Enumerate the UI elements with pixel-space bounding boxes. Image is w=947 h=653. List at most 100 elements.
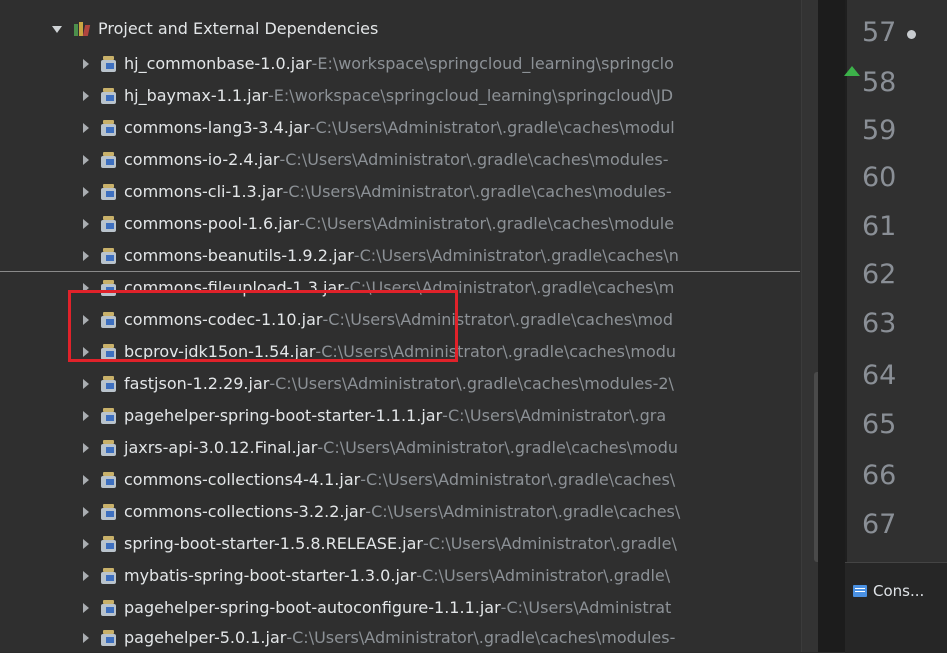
- expanded-arrow-icon[interactable]: [52, 25, 62, 33]
- jar-name: commons-collections-3.2.2.jar: [124, 502, 366, 521]
- jar-path: C:\Users\Administrator\.gradle\caches\mo…: [292, 628, 676, 647]
- tree-row[interactable]: jaxrs-api-3.0.12.Final.jar - C:\Users\Ad…: [83, 432, 818, 464]
- jar-icon: [101, 472, 116, 488]
- collapsed-arrow-icon[interactable]: [83, 219, 89, 229]
- jar-icon: [101, 600, 116, 616]
- jar-path: C:\Users\Administrator\.gradle\caches\mo…: [315, 118, 675, 137]
- tree-row[interactable]: mybatis-spring-boot-starter-1.3.0.jar - …: [83, 560, 818, 592]
- tree-row[interactable]: commons-lang3-3.4.jar - C:\Users\Adminis…: [83, 112, 818, 144]
- jar-icon: [101, 568, 116, 584]
- jar-path: C:\Users\Administrator\.gradle\caches\mo…: [304, 214, 675, 233]
- jar-path: C:\Users\Administrator\.gradle\caches\: [366, 470, 676, 489]
- collapsed-arrow-icon[interactable]: [83, 187, 89, 197]
- collapsed-arrow-icon[interactable]: [83, 571, 89, 581]
- drop-indicator-line: [0, 271, 800, 272]
- tree-row[interactable]: pagehelper-spring-boot-autoconfigure-1.1…: [83, 592, 818, 624]
- collapsed-arrow-icon[interactable]: [83, 633, 89, 643]
- jar-name: hj_commonbase-1.0.jar: [124, 54, 312, 73]
- panel-divider[interactable]: [818, 0, 845, 652]
- line-number: 65: [862, 409, 897, 440]
- tree-row[interactable]: commons-cli-1.3.jar - C:\Users\Administr…: [83, 176, 818, 208]
- collapsed-arrow-icon[interactable]: [83, 91, 89, 101]
- tree-row[interactable]: commons-collections4-4.1.jar - C:\Users\…: [83, 464, 818, 496]
- tree-row[interactable]: fastjson-1.2.29.jar - C:\Users\Administr…: [83, 368, 818, 400]
- jar-icon: [101, 120, 116, 136]
- jar-icon: [101, 376, 116, 392]
- jar-name: commons-cli-1.3.jar: [124, 182, 283, 201]
- jar-name: commons-pool-1.6.jar: [124, 214, 300, 233]
- collapsed-arrow-icon[interactable]: [83, 59, 89, 69]
- jar-icon: [101, 504, 116, 520]
- line-number: 66: [862, 460, 897, 491]
- console-tab-label: Cons...: [873, 582, 925, 600]
- jar-path: C:\Users\Administrator\.gradle\: [422, 566, 671, 585]
- line-number: 60: [862, 162, 897, 193]
- line-number: 67: [862, 509, 897, 540]
- tree-row[interactable]: hj_baymax-1.1.jar - E:\workspace\springc…: [83, 80, 818, 112]
- jar-name: commons-lang3-3.4.jar: [124, 118, 310, 137]
- jar-name: fastjson-1.2.29.jar: [124, 374, 270, 393]
- collapsed-arrow-icon[interactable]: [83, 539, 89, 549]
- tree-row[interactable]: spring-boot-starter-1.5.8.RELEASE.jar - …: [83, 528, 818, 560]
- breakpoint-marker-icon[interactable]: [907, 30, 916, 39]
- jar-icon: [101, 630, 116, 646]
- jar-name: commons-collections4-4.1.jar: [124, 470, 361, 489]
- jar-path: C:\Users\Administrator\.gradle\caches\mo…: [285, 150, 669, 169]
- tree-row[interactable]: pagehelper-5.0.1.jar - C:\Users\Administ…: [83, 622, 818, 652]
- line-number: 59: [862, 115, 897, 146]
- jar-path: C:\Users\Administrator\.gradle\: [428, 534, 677, 553]
- tree-root-row[interactable]: Project and External Dependencies: [52, 13, 818, 45]
- line-number: 63: [862, 308, 897, 339]
- jar-path: C:\Users\Administrator\.gradle\caches\n: [359, 246, 679, 265]
- line-number: 58: [862, 67, 897, 98]
- jar-icon: [101, 536, 116, 552]
- collapsed-arrow-icon[interactable]: [83, 475, 89, 485]
- tree-root-label: Project and External Dependencies: [98, 19, 379, 38]
- jar-name: pagehelper-5.0.1.jar: [124, 628, 287, 647]
- jar-path: C:\Users\Administrator\.gradle\caches\mo…: [275, 374, 674, 393]
- jar-path: C:\Users\Administrat: [506, 598, 672, 617]
- jar-icon: [101, 440, 116, 456]
- fold-expand-icon[interactable]: [844, 66, 860, 76]
- jar-icon: [101, 152, 116, 168]
- tree-row[interactable]: hj_commonbase-1.0.jar - E:\workspace\spr…: [83, 48, 818, 80]
- collapsed-arrow-icon[interactable]: [83, 379, 89, 389]
- jar-name: commons-beanutils-1.9.2.jar: [124, 246, 354, 265]
- jar-path: E:\workspace\springcloud_learning\spring…: [273, 86, 674, 105]
- tree-row[interactable]: commons-collections-3.2.2.jar - C:\Users…: [83, 496, 818, 528]
- jar-name: pagehelper-spring-boot-autoconfigure-1.1…: [124, 598, 501, 617]
- collapsed-arrow-icon[interactable]: [83, 251, 89, 261]
- jar-name: mybatis-spring-boot-starter-1.3.0.jar: [124, 566, 417, 585]
- jar-icon: [101, 216, 116, 232]
- jar-icon: [101, 408, 116, 424]
- tree-row[interactable]: commons-pool-1.6.jar - C:\Users\Administ…: [83, 208, 818, 240]
- jar-path: C:\Users\Administrator\.gradle\caches\: [371, 502, 681, 521]
- console-tab[interactable]: Cons...: [853, 579, 924, 603]
- collapsed-arrow-icon[interactable]: [83, 603, 89, 613]
- collapsed-arrow-icon[interactable]: [83, 123, 89, 133]
- jar-icon: [101, 184, 116, 200]
- collapsed-arrow-icon[interactable]: [83, 155, 89, 165]
- line-number: 62: [862, 259, 897, 290]
- jar-path: C:\Users\Administrator\.gradle\caches\mo…: [323, 438, 678, 457]
- jar-name: hj_baymax-1.1.jar: [124, 86, 269, 105]
- jar-path: C:\Users\Administrator\.gra: [447, 406, 667, 425]
- highlight-box: [68, 290, 458, 362]
- library-icon: [74, 22, 91, 36]
- collapsed-arrow-icon[interactable]: [83, 443, 89, 453]
- jar-name: spring-boot-starter-1.5.8.RELEASE.jar: [124, 534, 423, 553]
- package-explorer-tree: Project and External Dependencies hj_com…: [0, 0, 818, 652]
- jar-icon: [101, 88, 116, 104]
- console-view: [845, 562, 947, 653]
- tree-row[interactable]: commons-beanutils-1.9.2.jar - C:\Users\A…: [83, 240, 818, 272]
- collapsed-arrow-icon[interactable]: [83, 507, 89, 517]
- tree-row[interactable]: commons-io-2.4.jar - C:\Users\Administra…: [83, 144, 818, 176]
- jar-path: E:\workspace\springcloud_learning\spring…: [317, 54, 674, 73]
- line-number: 64: [862, 360, 897, 391]
- tree-row[interactable]: pagehelper-spring-boot-starter-1.1.1.jar…: [83, 400, 818, 432]
- collapsed-arrow-icon[interactable]: [83, 411, 89, 421]
- jar-name: commons-io-2.4.jar: [124, 150, 280, 169]
- jar-icon: [101, 248, 116, 264]
- jar-name: pagehelper-spring-boot-starter-1.1.1.jar: [124, 406, 443, 425]
- jar-name: jaxrs-api-3.0.12.Final.jar: [124, 438, 318, 457]
